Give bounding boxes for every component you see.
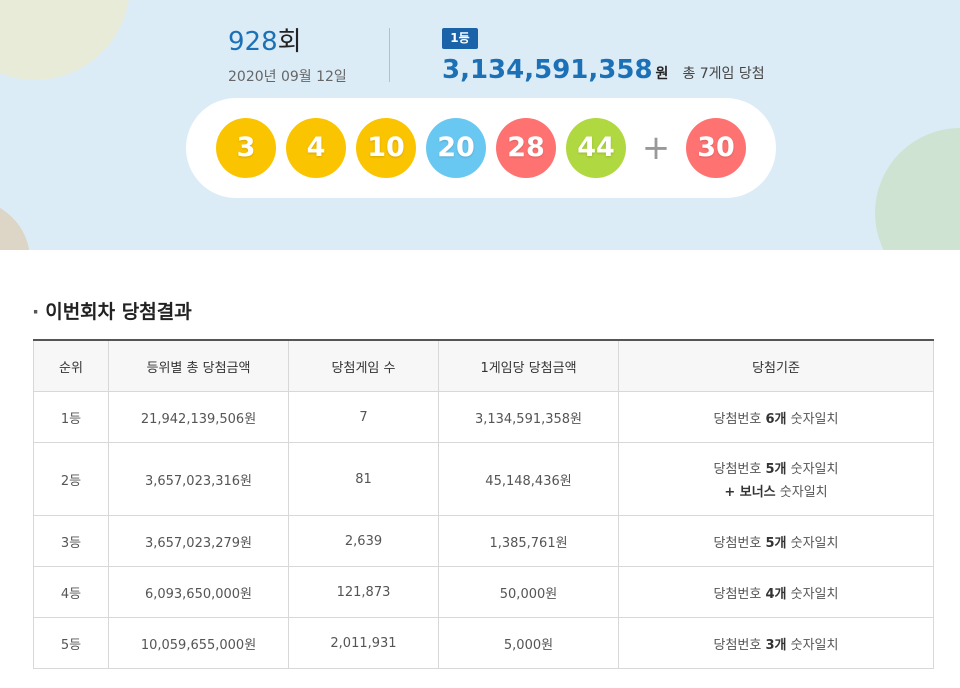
draw-date: 2020년 09월 12일 xyxy=(228,69,347,85)
prize-per-game-cell: 45,148,436원 xyxy=(438,442,619,516)
criteria-text: 숫자일치 xyxy=(786,411,839,427)
criteria-text: 숫자일치 xyxy=(786,637,839,653)
bullet-icon: · xyxy=(32,301,40,323)
criteria-text: 당첨번호 xyxy=(713,535,766,551)
column-header-total-prize: 등위별 총 당첨금액 xyxy=(108,339,289,392)
criteria-cell: 당첨번호 5개 숫자일치 + 보너스 숫자일치 xyxy=(618,442,934,516)
winning-numbers-panel: 3 4 10 20 28 44 + 30 xyxy=(186,98,776,198)
prize-per-game-cell: 3,134,591,358원 xyxy=(438,391,619,443)
section-title-text: 이번회차 당첨결과 xyxy=(45,301,192,323)
column-header-prize-per-game: 1게임당 당첨금액 xyxy=(438,339,619,392)
winning-ball: 20 xyxy=(426,118,486,178)
table-row: 3등 3,657,023,279원 2,639 1,385,761원 당첨번호 … xyxy=(33,515,934,567)
plus-icon: + xyxy=(641,128,671,168)
rank-cell: 4등 xyxy=(33,566,109,618)
criteria-count: 5개 xyxy=(765,535,787,551)
first-prize-amount: 3,134,591,358 xyxy=(442,55,653,85)
divider xyxy=(389,28,390,82)
rank-cell: 2등 xyxy=(33,442,109,516)
rank-cell: 5등 xyxy=(33,617,109,669)
criteria-text: 숫자일치 xyxy=(786,586,839,602)
criteria-cell: 당첨번호 5개 숫자일치 xyxy=(618,515,934,567)
prize-results-table: 순위 등위별 총 당첨금액 당첨게임 수 1게임당 당첨금액 당첨기준 1등 2… xyxy=(33,339,934,669)
decorative-circle xyxy=(0,0,130,80)
first-prize-unit: 원 xyxy=(655,66,669,82)
criteria-text: 당첨번호 xyxy=(713,586,766,602)
first-prize-line: 3,134,591,358 원 총 7게임 당첨 xyxy=(442,55,765,85)
winning-games-cell: 2,639 xyxy=(288,515,439,567)
column-header-winning-games: 당첨게임 수 xyxy=(288,339,439,392)
criteria-text: 숫자일치 xyxy=(775,485,828,500)
column-header-rank: 순위 xyxy=(33,339,109,392)
prize-per-game-cell: 5,000원 xyxy=(438,617,619,669)
winning-games-cell: 7 xyxy=(288,391,439,443)
table-row: 4등 6,093,650,000원 121,873 50,000원 당첨번호 4… xyxy=(33,566,934,618)
winning-ball: 3 xyxy=(216,118,276,178)
criteria-text: 당첨번호 xyxy=(713,637,766,653)
table-header-row: 순위 등위별 총 당첨금액 당첨게임 수 1게임당 당첨금액 당첨기준 xyxy=(33,339,934,392)
criteria-bonus-line: + 보너스 숫자일치 xyxy=(623,481,929,500)
bonus-ball: 30 xyxy=(686,118,746,178)
criteria-text: 숫자일치 xyxy=(786,462,839,477)
table-row: 2등 3,657,023,316원 81 45,148,436원 당첨번호 5개… xyxy=(33,442,934,516)
draw-number-value: 928 xyxy=(228,27,278,57)
decorative-circle xyxy=(0,200,30,250)
winner-summary: 총 7게임 당첨 xyxy=(682,66,765,82)
criteria-count: 6개 xyxy=(765,411,787,427)
prize-per-game-cell: 1,385,761원 xyxy=(438,515,619,567)
criteria-text: 당첨번호 xyxy=(713,411,766,427)
draw-number: 928회 xyxy=(228,26,302,58)
first-rank-badge: 1등 xyxy=(442,28,478,49)
total-prize-cell: 10,059,655,000원 xyxy=(108,617,289,669)
total-prize-cell: 3,657,023,316원 xyxy=(108,442,289,516)
prize-per-game-cell: 50,000원 xyxy=(438,566,619,618)
rank-cell: 1등 xyxy=(33,391,109,443)
criteria-text: 숫자일치 xyxy=(786,535,839,551)
table-row: 1등 21,942,139,506원 7 3,134,591,358원 당첨번호… xyxy=(33,391,934,443)
winning-ball: 44 xyxy=(566,118,626,178)
rank-cell: 3등 xyxy=(33,515,109,567)
winning-ball: 4 xyxy=(286,118,346,178)
winning-games-cell: 81 xyxy=(288,442,439,516)
draw-number-suffix: 회 xyxy=(277,27,302,57)
criteria-cell: 당첨번호 4개 숫자일치 xyxy=(618,566,934,618)
criteria-cell: 당첨번호 6개 숫자일치 xyxy=(618,391,934,443)
criteria-count: 4개 xyxy=(765,586,787,602)
criteria-count: 3개 xyxy=(765,637,787,653)
column-header-criteria: 당첨기준 xyxy=(618,339,934,392)
winning-ball: 28 xyxy=(496,118,556,178)
criteria-count: 5개 xyxy=(765,462,787,477)
total-prize-cell: 6,093,650,000원 xyxy=(108,566,289,618)
winning-ball: 10 xyxy=(356,118,416,178)
criteria-cell: 당첨번호 3개 숫자일치 xyxy=(618,617,934,669)
total-prize-cell: 21,942,139,506원 xyxy=(108,391,289,443)
criteria-text: 당첨번호 xyxy=(713,462,766,477)
section-title: · 이번회차 당첨결과 xyxy=(32,297,192,324)
decorative-circle xyxy=(875,128,960,250)
criteria-bonus: + 보너스 xyxy=(724,485,776,500)
winning-games-cell: 2,011,931 xyxy=(288,617,439,669)
table-row: 5등 10,059,655,000원 2,011,931 5,000원 당첨번호… xyxy=(33,617,934,669)
total-prize-cell: 3,657,023,279원 xyxy=(108,515,289,567)
winning-games-cell: 121,873 xyxy=(288,566,439,618)
draw-result-banner: 928회 2020년 09월 12일 1등 3,134,591,358 원 총 7게… xyxy=(0,0,960,250)
